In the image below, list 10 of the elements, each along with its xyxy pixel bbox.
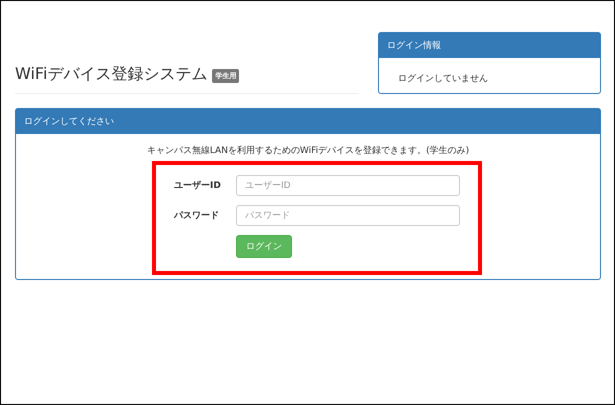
- panel-header: ログイン情報: [378, 33, 600, 58]
- login-button[interactable]: ログイン: [236, 235, 292, 258]
- password-field[interactable]: パスワード: [236, 205, 460, 226]
- status-text: ログインしていません: [398, 74, 488, 84]
- description-text: キャンパス無線LANを利用するためのWiFiデバイスを登録できます。(学生のみ): [146, 144, 470, 157]
- panel-header: ログインしてください: [16, 109, 600, 134]
- field-label: パスワード: [174, 210, 220, 222]
- field-label: ユーザーID: [174, 180, 222, 192]
- user-id-field[interactable]: ユーザーID: [236, 175, 460, 196]
- page-title: WiFiデバイス登録システム: [15, 64, 208, 85]
